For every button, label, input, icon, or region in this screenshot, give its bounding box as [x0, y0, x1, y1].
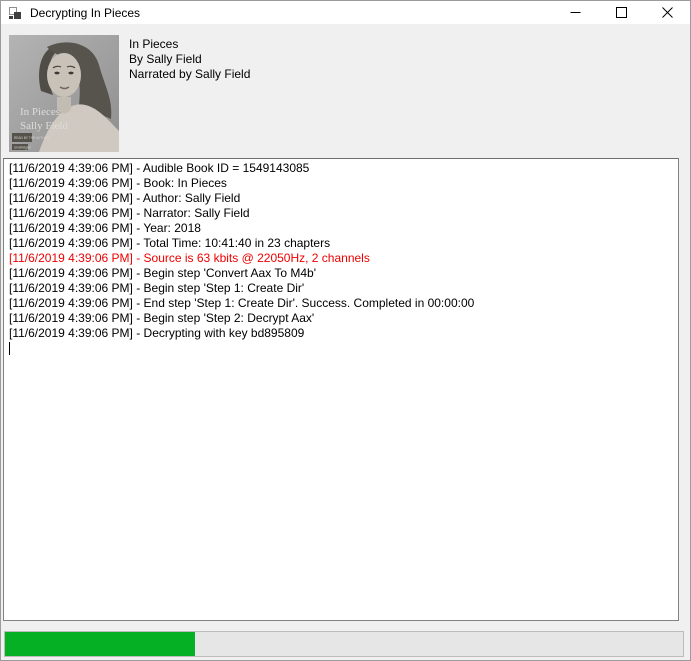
log-line: [11/6/2019 4:39:06 PM] - Audible Book ID…	[9, 161, 674, 176]
log-line: [11/6/2019 4:39:06 PM] - Decrypting with…	[9, 326, 674, 341]
log-line: [11/6/2019 4:39:06 PM] - Narrator: Sally…	[9, 206, 674, 221]
maximize-icon	[616, 7, 627, 18]
close-icon	[662, 7, 673, 18]
maximize-button[interactable]	[598, 1, 644, 24]
log-line: [11/6/2019 4:39:06 PM] - Begin step 'Ste…	[9, 281, 674, 296]
book-author: By Sally Field	[129, 52, 250, 67]
cover-portrait: In Pieces Sally Field READ BY THE AUTHOR…	[9, 35, 119, 152]
app-window: Decrypting In Pieces	[0, 0, 691, 661]
log-line: [11/6/2019 4:39:06 PM] - Source is 63 kb…	[9, 251, 674, 266]
title-bar[interactable]: Decrypting In Pieces	[1, 1, 690, 24]
book-info: In Pieces By Sally Field Narrated by Sal…	[129, 37, 250, 82]
progress-fill	[5, 632, 195, 656]
book-narrator: Narrated by Sally Field	[129, 67, 250, 82]
caption-buttons	[552, 1, 690, 24]
progress-bar	[4, 631, 684, 657]
close-button[interactable]	[644, 1, 690, 24]
book-title: In Pieces	[129, 37, 250, 52]
log-line: [11/6/2019 4:39:06 PM] - Begin step 'Ste…	[9, 311, 674, 326]
window-title: Decrypting In Pieces	[30, 6, 140, 20]
text-caret-line	[9, 341, 674, 356]
log-line: [11/6/2019 4:39:06 PM] - Author: Sally F…	[9, 191, 674, 206]
log-line: [11/6/2019 4:39:06 PM] - Begin step 'Con…	[9, 266, 674, 281]
text-caret	[9, 342, 10, 355]
cover-badge-unabridged: Unabridged	[12, 144, 31, 150]
log-output[interactable]: [11/6/2019 4:39:06 PM] - Audible Book ID…	[3, 158, 679, 621]
svg-text:Unabridged: Unabridged	[14, 146, 31, 150]
app-icon	[8, 6, 22, 20]
log-line: [11/6/2019 4:39:06 PM] - Year: 2018	[9, 221, 674, 236]
book-cover-image: In Pieces Sally Field READ BY THE AUTHOR…	[9, 35, 119, 152]
log-line: [11/6/2019 4:39:06 PM] - End step 'Step …	[9, 296, 674, 311]
minimize-button[interactable]	[552, 1, 598, 24]
svg-text:READ BY THE AUTHOR: READ BY THE AUTHOR	[14, 136, 50, 140]
log-line: [11/6/2019 4:39:06 PM] - Total Time: 10:…	[9, 236, 674, 251]
log-line: [11/6/2019 4:39:06 PM] - Book: In Pieces	[9, 176, 674, 191]
cover-author: Sally Field	[20, 120, 68, 132]
cover-title: In Pieces	[20, 106, 60, 118]
minimize-icon	[570, 7, 581, 18]
